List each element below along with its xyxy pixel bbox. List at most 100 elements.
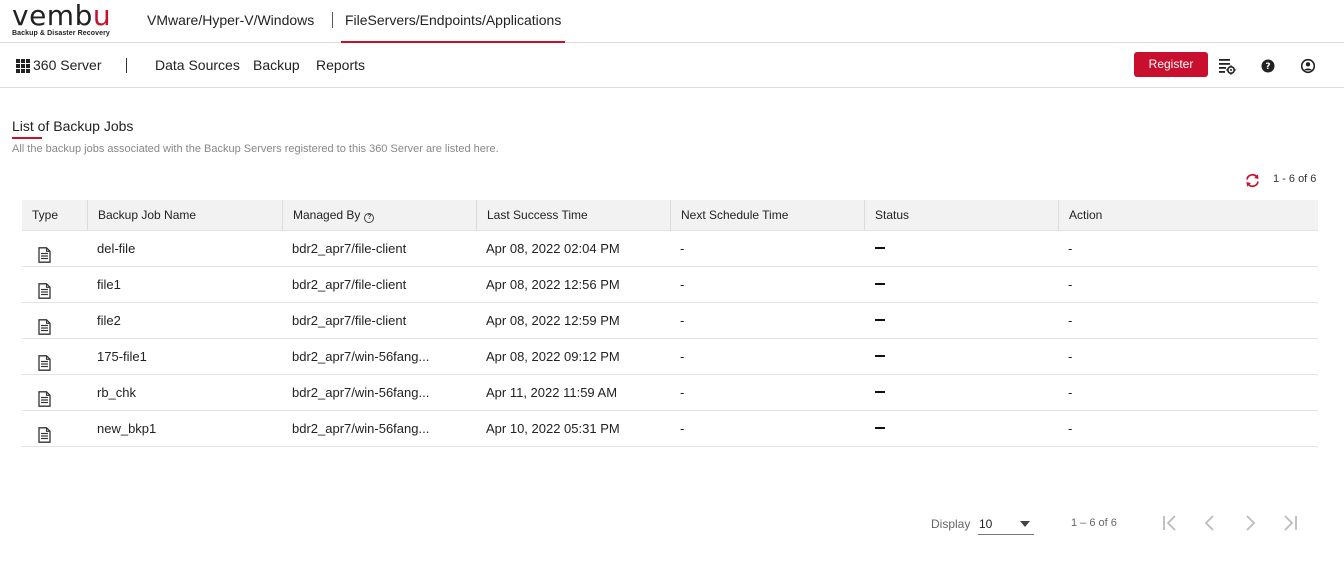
table-row[interactable]: new_bkp1 bdr2_apr7/win-56fang... Apr 10, 2… — [22, 411, 1318, 447]
status-cell — [864, 339, 1058, 374]
table-row[interactable]: rb_chk bdr2_apr7/win-56fang... Apr 11, 202… — [22, 375, 1318, 411]
job-name-cell[interactable]: del-file — [87, 231, 282, 266]
next-schedule-cell: - — [680, 277, 685, 292]
type-cell — [22, 375, 87, 410]
status-dash-icon — [875, 391, 885, 393]
type-cell — [22, 267, 87, 302]
product-bar: vembu Backup & Disaster Recovery VMware/… — [0, 0, 1344, 43]
logo-tagline: Backup & Disaster Recovery — [12, 30, 110, 37]
job-name-cell[interactable]: new_bkp1 — [87, 411, 282, 446]
nav-divider — [126, 58, 127, 73]
action-cell[interactable]: - — [1058, 375, 1318, 410]
vembu-logo[interactable]: vembu Backup & Disaster Recovery — [12, 0, 122, 39]
col-managed-by[interactable]: Managed By? — [282, 200, 476, 231]
table-row[interactable]: 175-file1 bdr2_apr7/win-56fang... Apr 08, … — [22, 339, 1318, 375]
tab-vmware-hyperv-windows[interactable]: VMware/Hyper-V/Windows — [147, 0, 314, 43]
job-name-cell[interactable]: rb_chk — [87, 375, 282, 410]
action-cell[interactable]: - — [1058, 303, 1318, 338]
job-count: 1 - 6 of 6 — [1273, 173, 1317, 185]
page-size-select[interactable]: 10 — [978, 513, 1034, 535]
next-schedule-cell: - — [680, 313, 685, 328]
last-success-cell: Apr 11, 2022 11:59 AM — [486, 385, 618, 400]
nav-data-sources[interactable]: Data Sources — [155, 43, 240, 88]
status-cell — [864, 375, 1058, 410]
type-cell — [22, 303, 87, 338]
job-name-cell[interactable]: file2 — [87, 303, 282, 338]
table-row[interactable]: del-file bdr2_apr7/file-client Apr 08, 202… — [22, 231, 1318, 267]
managed-by-cell: bdr2_apr7/win-56fang... — [292, 349, 430, 364]
status-cell — [864, 303, 1058, 338]
action-cell[interactable]: - — [1058, 411, 1318, 446]
logo-wordmark: vembu — [12, 0, 112, 32]
type-cell — [22, 231, 87, 266]
document-icon — [38, 313, 51, 335]
col-backup-job-name[interactable]: Backup Job Name — [87, 200, 282, 231]
display-label: Display — [931, 517, 971, 531]
status-dash-icon — [875, 355, 885, 357]
page-title: List of Backup Jobs — [12, 118, 134, 134]
col-last-success-time[interactable]: Last Success Time — [476, 200, 670, 231]
managed-by-cell: bdr2_apr7/win-56fang... — [292, 385, 430, 400]
refresh-icon[interactable] — [1244, 172, 1261, 189]
job-name-cell[interactable]: 175-file1 — [87, 339, 282, 374]
next-schedule-cell: - — [680, 241, 685, 256]
page-subtitle: All the backup jobs associated with the … — [12, 143, 499, 155]
pagination-range: 1 – 6 of 6 — [1071, 517, 1117, 529]
action-cell[interactable]: - — [1058, 231, 1318, 266]
app-grid-icon[interactable] — [16, 59, 30, 73]
title-underline — [12, 137, 42, 139]
col-action: Action — [1058, 200, 1318, 231]
job-name-cell[interactable]: file1 — [87, 267, 282, 302]
caret-down-icon — [1020, 521, 1030, 527]
table-row[interactable]: file2 bdr2_apr7/file-client Apr 08, 2022 1… — [22, 303, 1318, 339]
col-status[interactable]: Status — [864, 200, 1058, 231]
managed-by-cell: bdr2_apr7/win-56fang... — [292, 421, 430, 436]
last-success-cell: Apr 08, 2022 09:12 PM — [486, 349, 620, 364]
previous-page-icon[interactable] — [1200, 513, 1220, 533]
nav-reports[interactable]: Reports — [316, 43, 365, 88]
tab-divider — [332, 12, 333, 28]
action-cell[interactable]: - — [1058, 339, 1318, 374]
backup-jobs-table: Type Backup Job Name Managed By? Last Su… — [22, 200, 1318, 447]
next-schedule-cell: - — [680, 385, 685, 400]
status-cell — [864, 267, 1058, 302]
managed-by-help-icon[interactable]: ? — [364, 213, 375, 223]
status-dash-icon — [875, 283, 885, 285]
document-icon — [38, 385, 51, 407]
last-success-cell: Apr 08, 2022 12:56 PM — [486, 277, 620, 292]
action-cell[interactable]: - — [1058, 267, 1318, 302]
document-icon — [38, 349, 51, 371]
managed-by-cell: bdr2_apr7/file-client — [292, 277, 407, 292]
last-success-cell: Apr 08, 2022 02:04 PM — [486, 241, 620, 256]
last-page-icon[interactable] — [1280, 513, 1300, 533]
type-cell — [22, 411, 87, 446]
document-icon — [38, 241, 51, 263]
col-managed-by-label: Managed By — [293, 208, 361, 222]
page-size-value: 10 — [979, 517, 993, 531]
svg-text:?: ? — [1265, 62, 1270, 72]
help-icon[interactable]: ? — [1259, 57, 1277, 75]
table-body: del-file bdr2_apr7/file-client Apr 08, 202… — [22, 231, 1318, 447]
register-button[interactable]: Register — [1134, 52, 1208, 77]
next-page-icon[interactable] — [1240, 513, 1260, 533]
table-header: Type Backup Job Name Managed By? Last Su… — [22, 200, 1318, 231]
status-dash-icon — [875, 247, 885, 249]
col-next-schedule-time[interactable]: Next Schedule Time — [670, 200, 864, 231]
tab-fileservers-endpoints-applications[interactable]: FileServers/Endpoints/Applications — [341, 0, 566, 43]
col-type: Type — [32, 208, 59, 222]
type-cell — [22, 339, 87, 374]
product-name[interactable]: 360 Server — [33, 43, 101, 88]
managed-by-cell: bdr2_apr7/file-client — [292, 241, 407, 256]
status-cell — [864, 411, 1058, 446]
document-icon — [38, 421, 51, 443]
first-page-icon[interactable] — [1160, 513, 1180, 533]
user-account-icon[interactable] — [1299, 57, 1317, 75]
status-cell — [864, 231, 1058, 266]
table-row[interactable]: file1 bdr2_apr7/file-client Apr 08, 2022 1… — [22, 267, 1318, 303]
next-schedule-cell: - — [680, 349, 685, 364]
nav-backup[interactable]: Backup — [253, 43, 300, 88]
last-success-cell: Apr 10, 2022 05:31 PM — [486, 421, 620, 436]
settings-list-icon[interactable] — [1218, 57, 1236, 75]
status-dash-icon — [875, 427, 885, 429]
next-schedule-cell: - — [680, 421, 685, 436]
